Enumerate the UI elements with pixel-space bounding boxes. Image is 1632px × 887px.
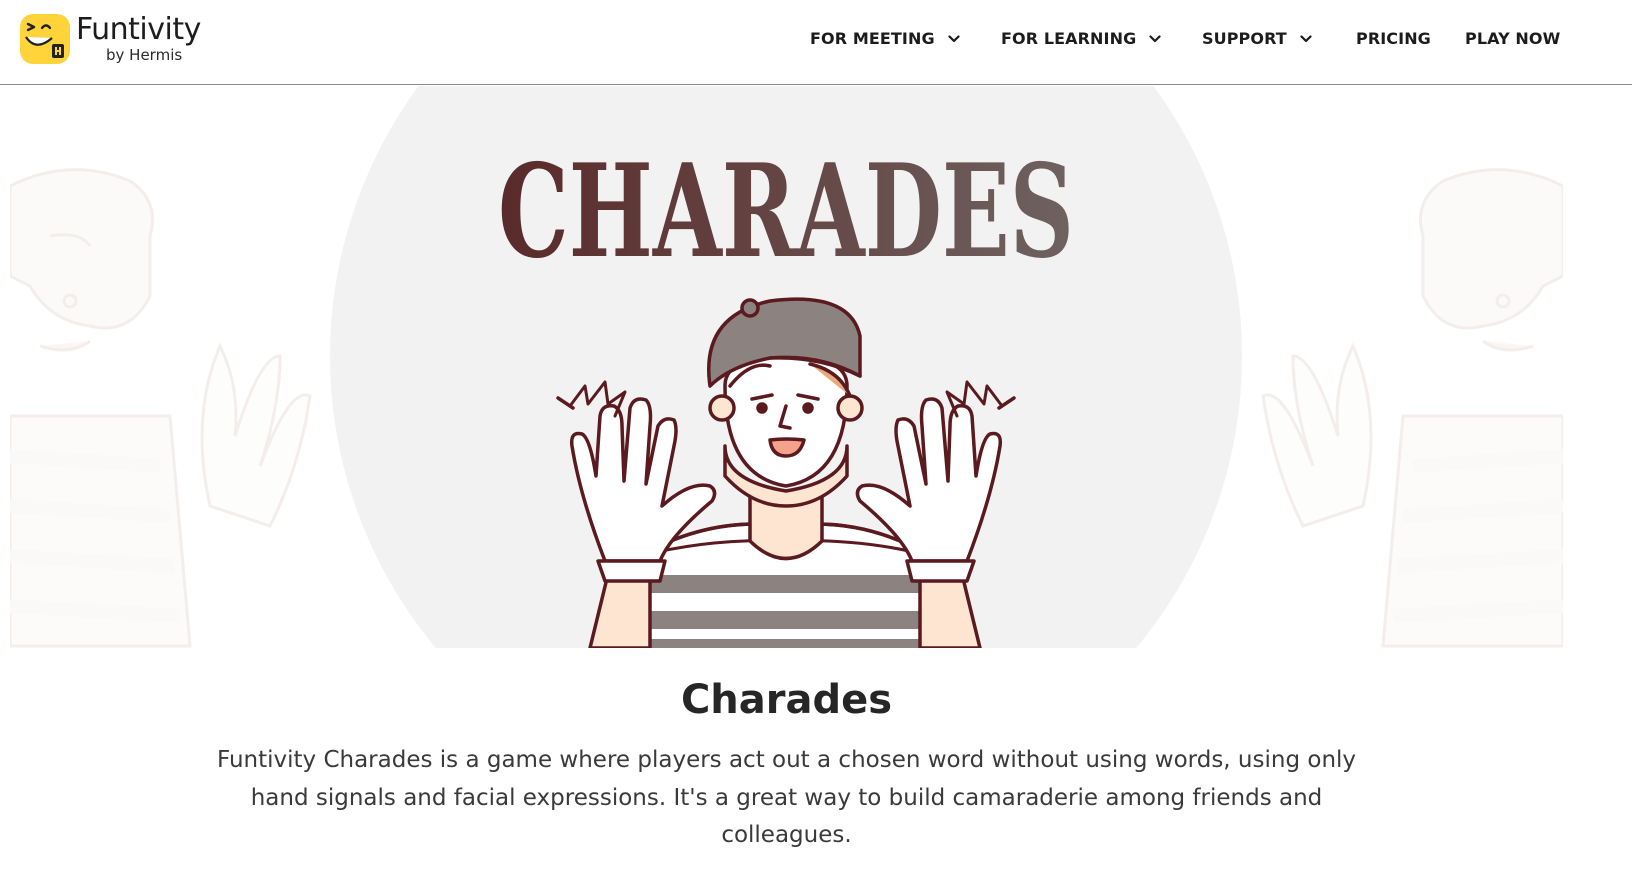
brand-logo[interactable]: Funtivity by Hermis (18, 12, 248, 72)
nav-for-learning[interactable]: FOR LEARNING (1001, 26, 1161, 52)
chevron-down-icon (1300, 35, 1312, 43)
hero-banner: CHARADES (10, 86, 1563, 648)
chevron-down-icon (1149, 35, 1161, 43)
nav-play-now[interactable]: PLAY NOW (1465, 26, 1560, 52)
faded-mime-right (1261, 168, 1563, 648)
brand-byline: by Hermis (106, 46, 183, 64)
brand-name: Funtivity (76, 12, 201, 47)
logo-face-icon (20, 14, 70, 64)
nav-for-meeting[interactable]: FOR MEETING (810, 26, 960, 52)
hero-illustration: CHARADES (10, 86, 1563, 648)
nav-support[interactable]: SUPPORT (1202, 26, 1312, 52)
site-header: Funtivity by Hermis FOR MEETING FOR LEAR… (0, 0, 1632, 85)
hero-title: CHARADES (498, 137, 1074, 287)
chevron-down-icon (948, 35, 960, 43)
nav-pricing[interactable]: PRICING (1356, 26, 1431, 52)
nav-for-learning-label: FOR LEARNING (1001, 29, 1137, 48)
game-description: Funtivity Charades is a game where playe… (216, 747, 1357, 848)
nav-support-label: SUPPORT (1202, 29, 1287, 48)
game-heading: Charades (680, 677, 893, 723)
nav-pricing-label: PRICING (1356, 29, 1431, 48)
faded-mime-left (10, 168, 312, 648)
nav-for-meeting-label: FOR MEETING (810, 29, 935, 48)
nav-play-now-label: PLAY NOW (1465, 29, 1561, 48)
